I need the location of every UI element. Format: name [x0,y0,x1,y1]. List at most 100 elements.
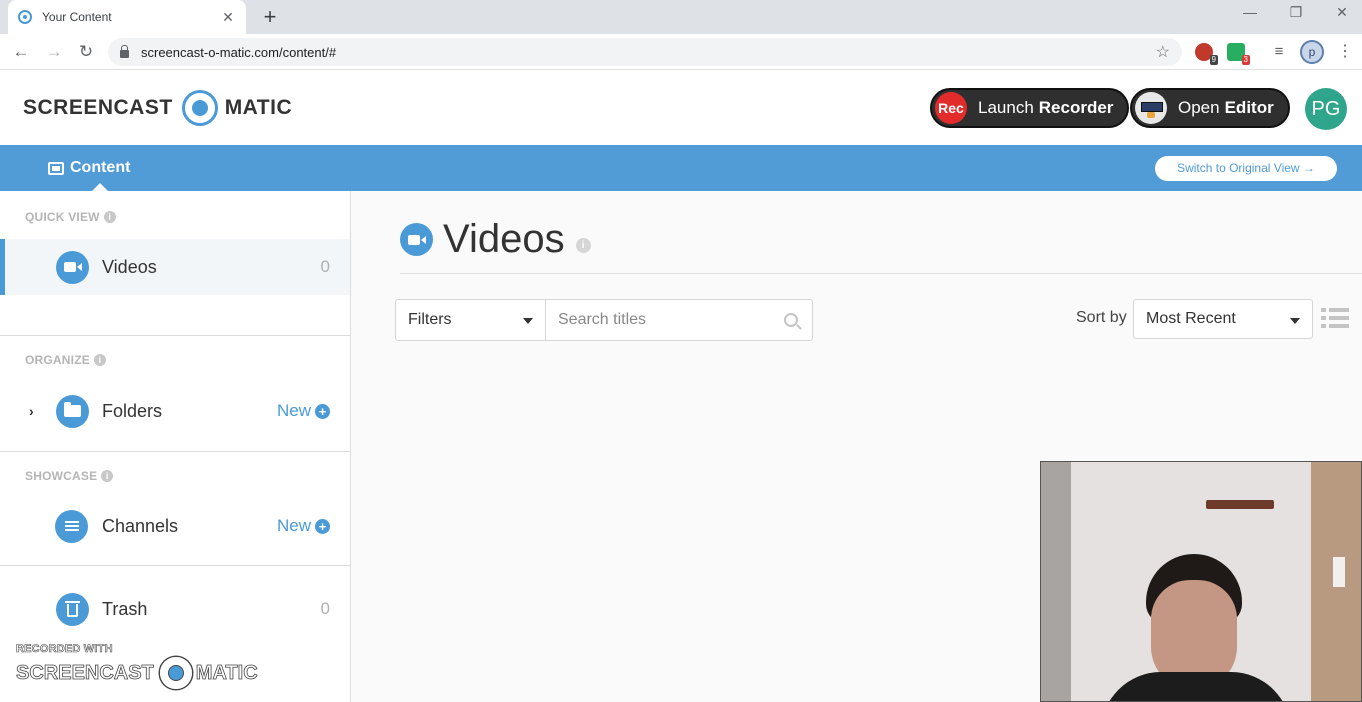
page-title-row: Videos i [400,217,591,262]
logo-text-right: MATIC [224,96,293,119]
watermark-logo: SCREENCAST MATIC [16,657,258,689]
open-editor-label: Open [1178,98,1220,117]
sidebar-divider [0,335,350,336]
screencast-logo[interactable]: SCREENCAST MATIC [23,90,292,126]
new-label: New [276,516,311,535]
lock-icon [120,44,129,58]
content-navbar: Content Switch to Original View → [0,145,1362,191]
tab-title: Your Content [42,10,112,24]
new-tab-icon[interactable]: + [258,5,282,29]
rec-icon: Rec [935,92,967,124]
address-bar[interactable]: screencast-o-matic.com/content/# ☆ [108,38,1182,66]
section-label-text: SHOWCASE [25,469,98,483]
nav-content-link[interactable]: Content [48,145,130,191]
active-nav-caret [92,183,108,191]
adblock-icon[interactable]: 9 [1195,43,1218,65]
watermark-text-left: SCREENCAST [16,661,155,684]
bookmark-star-icon[interactable]: ☆ [1156,42,1170,62]
section-label-quick-view: QUICK VIEW i [25,210,116,224]
sidebar-item-trash[interactable]: Trash 0 [0,581,350,637]
browser-tab[interactable]: Your Content ✕ [8,0,246,34]
sidebar-item-label: Channels [102,515,179,536]
back-icon[interactable]: ← [10,41,32,63]
info-icon[interactable]: i [93,354,106,366]
sidebar-divider [0,451,350,452]
channels-list-icon [55,509,88,543]
logo-text-left: SCREENCAST [23,96,173,119]
shield-icon[interactable]: 3 [1227,43,1250,65]
filters-dropdown[interactable]: Filters [395,299,546,341]
search-input[interactable] [558,311,768,329]
video-camera-icon [56,250,89,284]
media-queue-icon[interactable]: ≡ [1268,41,1290,63]
sidebar-item-channels[interactable]: Channels New + [0,498,350,554]
section-label-showcase: SHOWCASE i [25,469,114,483]
logo-ring-icon [181,90,218,126]
caret-down-icon [1290,318,1300,324]
sort-value: Most Recent [1146,310,1236,327]
url-text: screencast-o-matic.com/content/# [141,44,337,60]
title-divider [400,273,1362,274]
launch-recorder-label: Launch [978,98,1034,117]
section-label-text: QUICK VIEW [25,210,100,224]
search-box [545,299,813,341]
webcam-overlay [1040,461,1362,702]
sidebar-item-label: Folders [102,400,163,421]
section-label-organize: ORGANIZE i [25,353,106,367]
plus-circle-icon: + [315,518,330,534]
sidebar: QUICK VIEW i Videos 0 ORGANIZE i › Folde… [0,191,351,702]
sidebar-item-label: Videos [102,256,157,277]
sidebar-item-videos[interactable]: Videos 0 [0,239,350,295]
section-label-text: ORGANIZE [25,353,90,367]
launch-recorder-button[interactable]: Rec Launch Recorder [930,88,1130,128]
search-icon[interactable] [784,313,798,327]
chevron-right-icon[interactable]: › [29,403,34,419]
recording-watermark: RECORDED WITH SCREENCAST MATIC [16,643,258,689]
window-close-icon[interactable]: ✕ [1332,4,1352,21]
user-avatar[interactable]: PG [1305,88,1347,130]
open-editor-label-bold: Editor [1224,98,1274,117]
plus-circle-icon: + [315,403,330,419]
info-icon[interactable]: i [575,238,591,253]
content-icon [48,161,64,175]
favicon-icon [18,10,32,24]
browser-tab-strip: Your Content ✕ + — ❐ ✕ [0,0,1362,34]
forward-icon[interactable]: → [43,41,65,63]
launch-recorder-label-bold: Recorder [1038,98,1114,117]
info-icon[interactable]: i [101,470,114,482]
profile-avatar[interactable]: p [1300,40,1324,64]
minimize-icon[interactable]: — [1240,4,1260,20]
sidebar-item-folders[interactable]: › Folders New + [0,383,350,439]
folder-icon [56,394,89,428]
watermark-text-right: MATIC [195,661,258,684]
filters-label: Filters [408,311,452,328]
extension-badge: 3 [1241,55,1250,65]
new-channel-button[interactable]: New + [277,516,330,536]
page-title: Videos [443,217,565,261]
info-icon[interactable]: i [103,211,116,223]
reload-icon[interactable]: ↻ [75,41,97,63]
sort-by-label: Sort by [1076,309,1127,326]
new-folder-button[interactable]: New + [277,401,330,421]
sidebar-divider [0,565,350,566]
trash-count: 0 [320,599,330,618]
watermark-ring-icon [159,657,192,689]
menu-kebab-icon[interactable]: ⋮ [1337,41,1353,61]
videos-count: 0 [320,257,330,276]
new-label: New [276,401,311,420]
watermark-line1: RECORDED WITH [16,643,113,656]
site-header: SCREENCAST MATIC Rec Launch Recorder Ope… [0,71,1362,145]
trash-icon [56,592,89,626]
close-icon[interactable]: ✕ [220,9,236,26]
nav-content-label: Content [70,159,131,176]
list-view-icon[interactable] [1321,308,1349,328]
sidebar-item-label: Trash [102,598,148,619]
editor-icon [1135,92,1167,124]
video-camera-icon [400,223,433,256]
browser-toolbar: ← → ↻ screencast-o-matic.com/content/# ☆… [0,34,1362,70]
sort-dropdown[interactable]: Most Recent [1133,299,1313,339]
caret-down-icon [523,318,533,324]
switch-to-original-view-button[interactable]: Switch to Original View → [1155,156,1337,181]
restore-icon[interactable]: ❐ [1286,4,1306,21]
open-editor-button[interactable]: Open Editor [1130,88,1290,128]
